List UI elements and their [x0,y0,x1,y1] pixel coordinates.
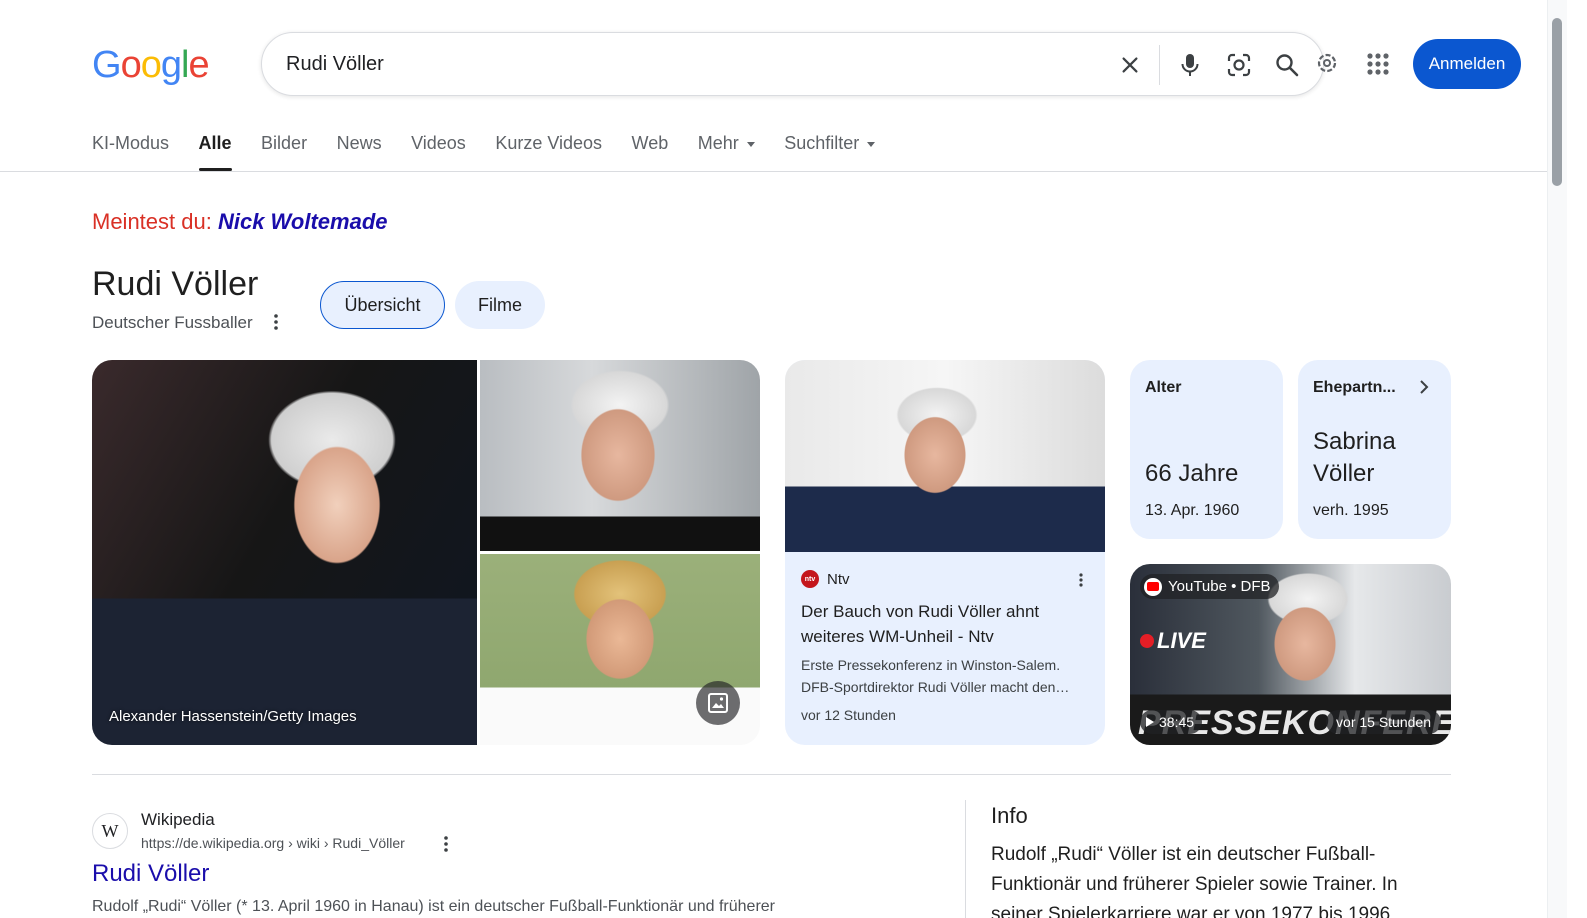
tab-label: Kurze Videos [495,133,603,153]
close-icon[interactable] [1114,49,1146,81]
sign-in-button[interactable]: Anmelden [1413,39,1521,89]
apps-icon[interactable] [1360,46,1396,82]
search-tabs: KI-Modus Alle Bilder News Videos Kurze V… [92,133,905,173]
news-title[interactable]: Der Bauch von Rudi Völler ahnt weiteres … [801,599,1091,649]
result-site-name[interactable]: Wikipedia [141,810,215,830]
more-options-icon[interactable] [438,835,454,853]
settings-icon[interactable] [1310,46,1344,80]
google-logo[interactable]: Google [92,44,210,87]
entity-subtitle: Deutscher Fussballer [92,313,253,332]
wikipedia-favicon-icon: W [92,813,128,849]
tab-web[interactable]: Web [632,133,669,171]
logo-letter: o [140,44,162,86]
news-source: Ntv [827,570,850,588]
logo-letter: l [180,44,190,86]
tab-label: Mehr [697,133,739,153]
news-source-row: ntv Ntv [801,570,850,588]
tab-label: KI-Modus [92,133,170,153]
info-heading: Info [991,803,1028,828]
fact-value: 66 Jahre [1145,460,1239,487]
tab-suchfilter[interactable]: Suchfilter [784,133,876,171]
caret-down-icon [867,142,876,147]
chip-overview[interactable]: Übersicht [320,281,445,329]
microphone-icon[interactable] [1174,49,1206,81]
caret-down-icon [746,142,755,147]
tabs-divider [0,171,1547,172]
did-you-mean-prefix: Meintest du: [92,209,212,234]
ntv-logo-icon: ntv [801,570,819,588]
video-source-pill: YouTube • DFB [1140,574,1279,599]
lens-icon[interactable] [1223,49,1255,81]
youtube-icon [1144,577,1162,596]
logo-letter: g [160,44,182,86]
logo-letter: e [188,44,209,86]
search-divider [1159,45,1160,85]
tab-label: Videos [411,133,466,153]
tab-news[interactable]: News [337,133,382,171]
news-card[interactable]: ntv Ntv Der Bauch von Rudi Völler ahnt w… [785,360,1105,745]
scrollbar-thumb[interactable] [1552,18,1562,186]
tab-alle[interactable]: Alle [198,133,232,171]
video-card[interactable]: LIVE PRESSEKONFERENZ YouTube • DFB 38:45… [1130,564,1451,745]
scrollbar[interactable] [1547,0,1567,918]
tab-label: Web [631,133,669,153]
fact-card-age[interactable]: Alter 66 Jahre 13. Apr. 1960 [1130,360,1283,539]
fact-sub: verh. 1995 [1313,502,1389,519]
search-input[interactable]: Rudi Völler [286,53,384,76]
chevron-right-icon [1419,379,1429,400]
chip-films[interactable]: Filme [455,281,545,329]
tab-videos[interactable]: Videos [411,133,466,171]
live-dot-icon [1140,634,1154,648]
fact-label: Ehepartn... [1313,379,1396,396]
news-image [785,360,1105,552]
entity-image[interactable] [480,360,760,551]
tab-label: Suchfilter [784,133,860,153]
search-icon[interactable] [1271,49,1303,81]
result-title-link[interactable]: Rudi Völler [92,860,209,888]
entity-main-image[interactable]: Alexander Hassenstein/Getty Images [92,360,477,745]
more-options-icon[interactable] [1075,572,1087,588]
tab-label: Alle [198,133,232,153]
section-divider [92,774,1451,775]
tab-label: News [336,133,382,153]
tab-mehr[interactable]: Mehr [698,133,755,171]
play-icon [1146,717,1154,727]
video-source: YouTube • DFB [1168,578,1271,595]
live-text: LIVE [1157,628,1206,653]
logo-letter: G [92,44,122,86]
live-label: LIVE [1140,628,1206,654]
result-url[interactable]: https://de.wikipedia.org › wiki › Rudi_V… [141,835,405,851]
entity-image[interactable] [480,554,760,745]
info-text: Rudolf „Rudi“ Völler ist ein deutscher F… [991,844,1398,918]
image-credit: Alexander Hassenstein/Getty Images [109,708,357,725]
fact-card-spouse[interactable]: Ehepartn... Sabrina Völler verh. 1995 [1298,360,1451,539]
did-you-mean-link[interactable]: Nick Woltemade [218,209,388,234]
tab-kurze-videos[interactable]: Kurze Videos [495,133,602,171]
did-you-mean: Meintest du: Nick Woltemade [92,209,388,235]
fact-sub: 13. Apr. 1960 [1145,502,1240,519]
video-duration: 38:45 [1159,714,1195,730]
info-divider [965,800,966,918]
video-duration-pill: 38:45 [1140,710,1203,734]
more-options-icon[interactable] [268,312,284,332]
fact-value: Sabrina Völler [1313,428,1396,487]
result-snippet: Rudolf „Rudi“ Völler (* 13. April 1960 i… [92,898,776,915]
tab-label: Bilder [261,133,308,153]
image-gallery-icon[interactable] [696,681,740,725]
news-snippet: Erste Pressekonferenz in Winston-Salem. … [801,657,1070,695]
search-box[interactable]: Rudi Völler [261,32,1324,96]
news-timestamp: vor 12 Stunden [801,707,896,723]
fact-label: Alter [1145,379,1182,396]
tab-ki-modus[interactable]: KI-Modus [92,133,169,171]
entity-title: Rudi Völler [92,265,259,303]
tab-bilder[interactable]: Bilder [261,133,307,171]
logo-letter: o [120,44,142,86]
video-timestamp: vor 15 Stunden [1326,710,1441,734]
